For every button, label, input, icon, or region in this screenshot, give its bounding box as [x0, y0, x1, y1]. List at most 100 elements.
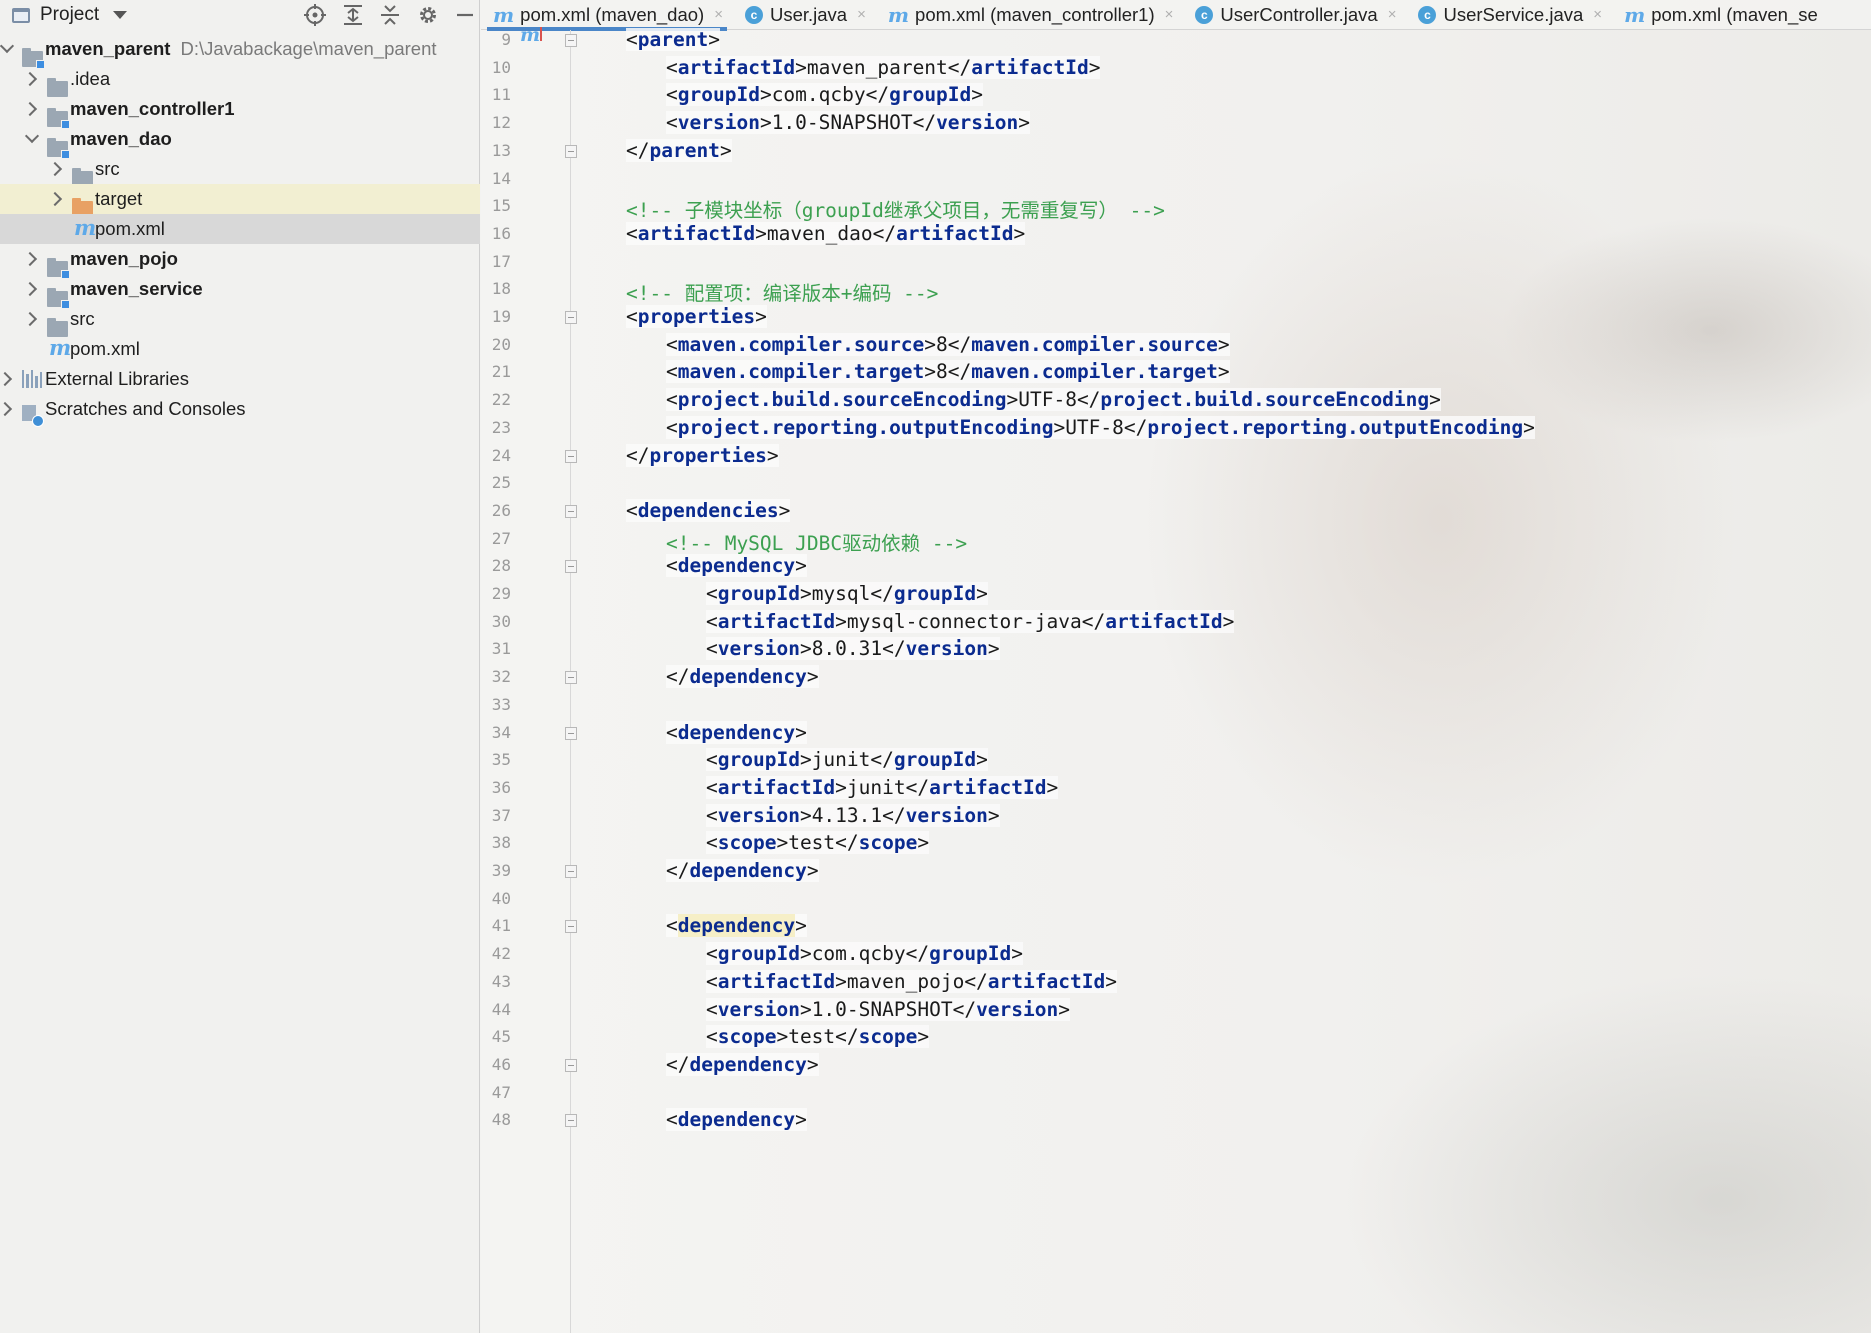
chevron-right-icon[interactable] — [22, 311, 38, 327]
code-text: <dependency> — [666, 1108, 807, 1132]
project-toolbar — [304, 0, 474, 30]
libraries-icon — [22, 370, 43, 388]
line-number: 13 — [491, 140, 511, 160]
line-number: 30 — [491, 611, 511, 631]
code-text: </dependency> — [666, 1052, 819, 1076]
line-number: 24 — [491, 445, 511, 465]
line-number: 27 — [491, 528, 511, 548]
chevron-right-icon[interactable] — [0, 401, 13, 417]
chevron-right-icon[interactable] — [0, 371, 13, 387]
fold-marker-icon[interactable] — [565, 920, 577, 934]
tree-item[interactable]: maven_controller1 — [0, 94, 480, 129]
chevron-right-icon[interactable] — [22, 281, 38, 297]
tree-item[interactable]: src — [0, 154, 480, 187]
code-text: <groupId>com.qcby</groupId> — [706, 942, 1024, 966]
tree-item-name: .idea — [70, 68, 111, 89]
fold-marker-icon[interactable] — [565, 504, 577, 518]
project-view-title[interactable]: Project — [40, 4, 99, 26]
java-class-icon: c — [744, 5, 763, 24]
expand-all-icon[interactable] — [343, 4, 363, 26]
tree-item[interactable]: External Libraries — [0, 364, 480, 394]
tree-item[interactable]: target — [0, 184, 480, 217]
tree-item-label: Scratches and Consoles — [45, 398, 246, 420]
tree-item[interactable]: .idea — [0, 64, 480, 97]
project-tree: maven_parent D:\Javabackage\maven_parent.… — [0, 34, 480, 427]
maven-file-icon: m — [49, 335, 72, 360]
fold-marker-icon[interactable] — [565, 311, 577, 324]
chevron-right-icon[interactable] — [47, 191, 63, 207]
close-icon[interactable]: × — [1388, 6, 1397, 23]
tree-item[interactable]: maven_dao — [0, 124, 480, 159]
tree-item[interactable]: maven_pojo — [0, 244, 480, 279]
line-number: 41 — [491, 916, 511, 936]
locate-file-icon[interactable] — [304, 4, 326, 26]
line-number: 26 — [491, 500, 511, 520]
code-text: <artifactId>junit</artifactId> — [706, 775, 1059, 799]
close-icon[interactable]: × — [857, 6, 866, 23]
code-text: <dependency> — [666, 914, 807, 938]
gear-icon[interactable] — [417, 4, 439, 26]
code-text: <project.reporting.outputEncoding>UTF-8<… — [666, 415, 1535, 439]
chevron-right-icon[interactable] — [22, 71, 38, 87]
close-icon[interactable]: × — [1165, 6, 1174, 23]
line-number: 19 — [491, 307, 511, 326]
tree-item-name: src — [70, 308, 95, 329]
fold-marker-icon[interactable] — [565, 34, 577, 47]
fold-marker-icon[interactable] — [565, 726, 577, 740]
code-line[interactable]: 48 <dependency> — [481, 1104, 1871, 1137]
line-number: 38 — [491, 833, 511, 853]
maven-file-icon: m — [887, 2, 910, 27]
project-tool-window: Project maven_parent D:\Javabackage\maven… — [0, 0, 480, 1333]
line-number: 29 — [491, 584, 511, 603]
code-text: <parent> — [626, 28, 720, 51]
collapse-all-icon[interactable] — [380, 4, 400, 26]
line-number: 43 — [491, 971, 511, 991]
fold-marker-icon[interactable] — [565, 1058, 577, 1072]
tree-item[interactable]: maven_parent D:\Javabackage\maven_parent — [0, 34, 480, 69]
chevron-right-icon[interactable] — [47, 161, 63, 177]
code-text: <artifactId>maven_pojo</artifactId> — [706, 969, 1117, 993]
tree-item-label: target — [95, 188, 142, 210]
fold-marker-icon[interactable] — [565, 560, 577, 574]
tab-label: pom.xml (maven_controller1) — [915, 3, 1155, 25]
line-number: 17 — [491, 251, 511, 271]
code-text: <maven.compiler.target>8</maven.compiler… — [666, 360, 1230, 384]
editor-area: m pom.xml (maven_dao) × c User.java × m pom.xml… — [481, 0, 1871, 1333]
chevron-down-icon[interactable] — [24, 128, 40, 144]
tree-item[interactable]: m pom.xml — [0, 214, 480, 244]
tree-item[interactable]: Scratches and Consoles — [0, 394, 480, 427]
line-number: 37 — [491, 805, 511, 825]
chevron-down-icon[interactable] — [113, 11, 128, 19]
tree-item-label: src — [70, 308, 95, 330]
fold-marker-icon[interactable] — [565, 449, 577, 463]
line-number: 20 — [491, 334, 511, 354]
code-text: <version>1.0-SNAPSHOT</version> — [706, 997, 1070, 1021]
tree-item[interactable]: src — [0, 304, 480, 337]
fold-marker-icon[interactable] — [565, 1114, 577, 1128]
maven-file-icon: m — [493, 2, 515, 27]
fold-marker-icon[interactable] — [565, 671, 577, 685]
tree-item-label: maven_dao — [70, 128, 172, 150]
hide-panel-icon[interactable] — [456, 4, 474, 26]
tree-item[interactable]: maven_service — [0, 274, 480, 309]
fold-marker-icon[interactable] — [565, 144, 577, 158]
tree-item-name: maven_pojo — [70, 248, 178, 269]
tree-item[interactable]: m pom.xml — [0, 334, 480, 364]
chevron-down-icon[interactable] — [0, 38, 15, 54]
code-text: </dependency> — [666, 665, 819, 689]
chevron-right-icon[interactable] — [22, 101, 38, 117]
chevron-right-icon[interactable] — [22, 251, 38, 267]
close-icon[interactable]: × — [714, 6, 723, 23]
fold-marker-icon[interactable] — [565, 865, 577, 878]
tab-label: UserService.java — [1443, 3, 1584, 25]
project-panel-header: Project — [0, 0, 480, 30]
line-number: 31 — [491, 639, 511, 659]
maven-file-icon: m — [74, 215, 97, 240]
code-text: <dependency> — [666, 720, 807, 744]
maven-parent-gutter-icon[interactable]: m — [520, 24, 540, 46]
line-number: 44 — [491, 999, 511, 1019]
close-icon[interactable]: × — [1593, 6, 1602, 23]
code-text: <dependencies> — [626, 498, 791, 522]
code-text: <version>4.13.1</version> — [706, 803, 1000, 827]
line-number: 25 — [491, 473, 511, 493]
